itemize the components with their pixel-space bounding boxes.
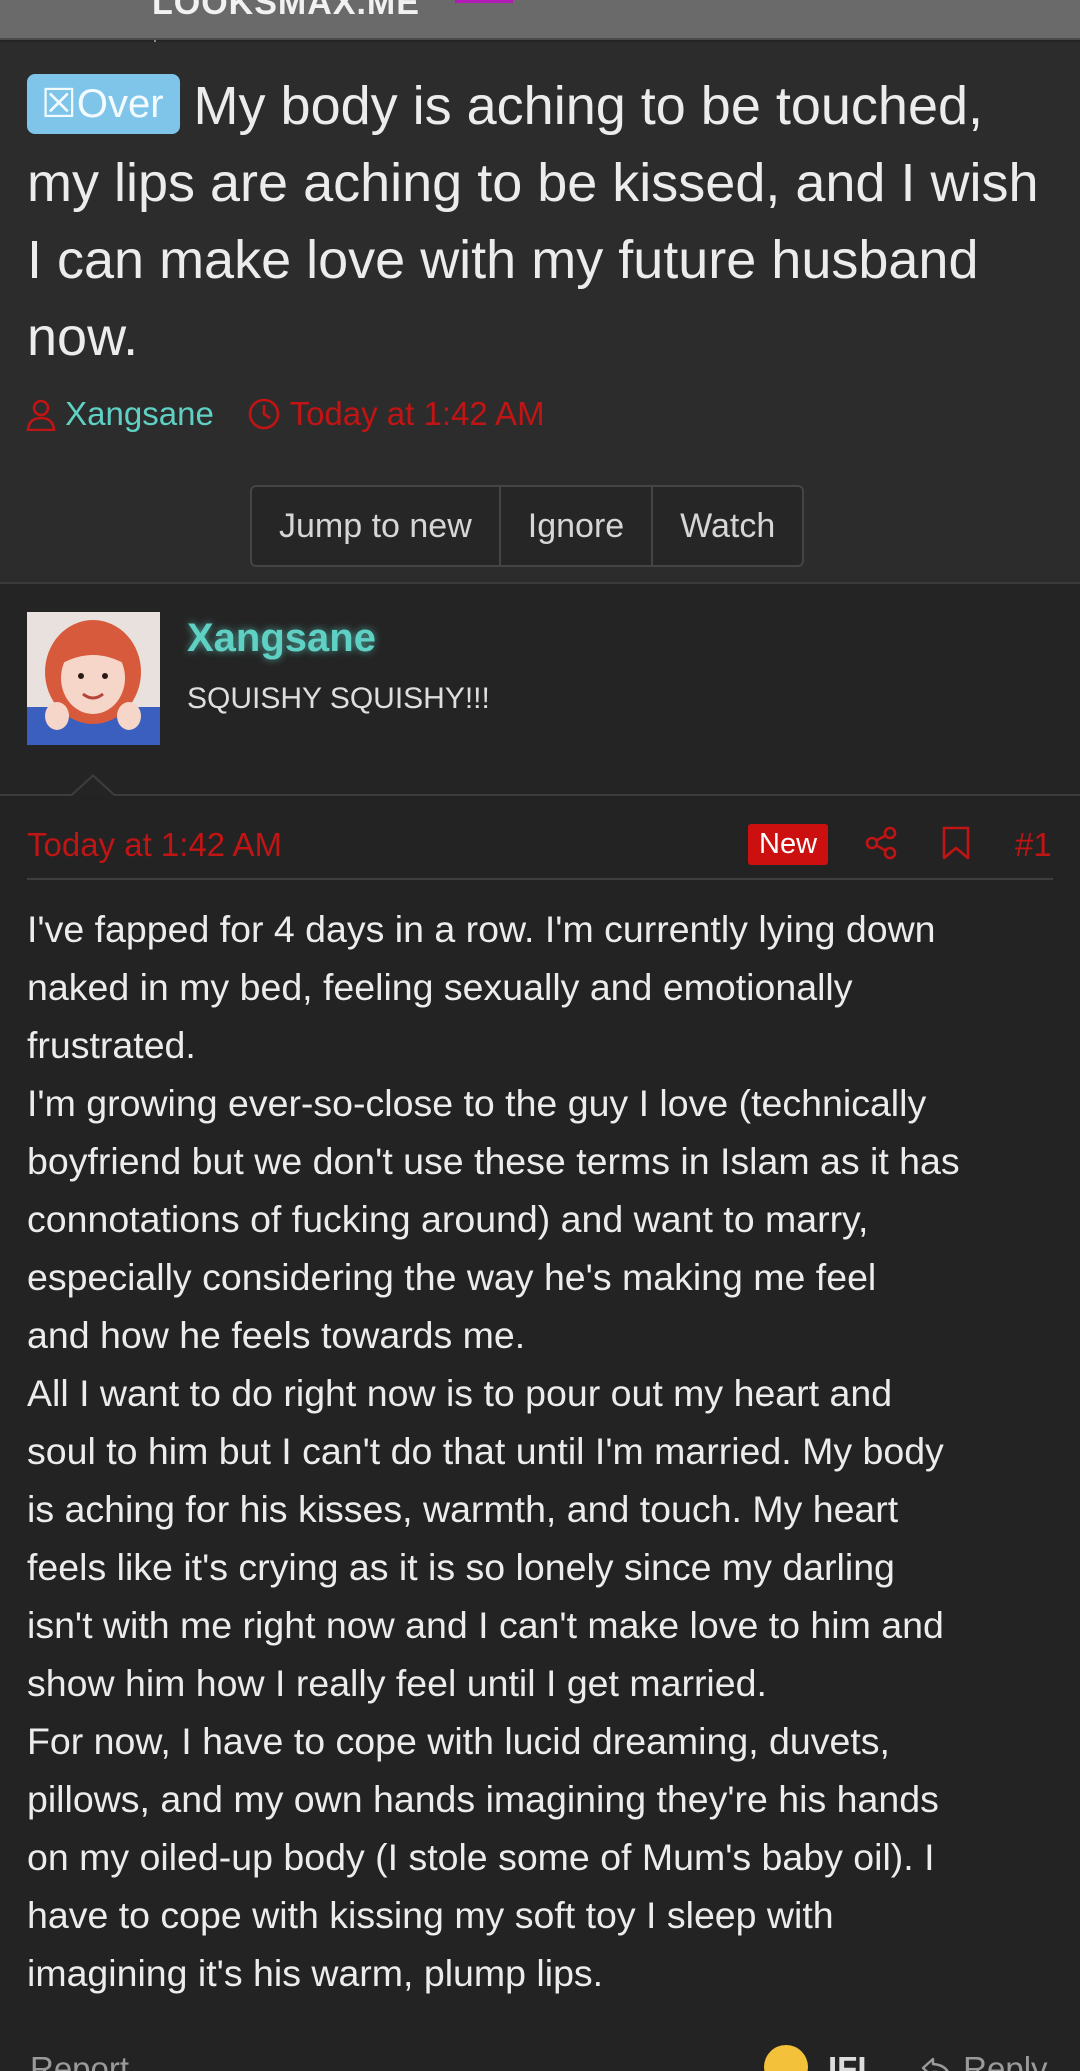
post-line: All I want to do right now is to pour ou… xyxy=(27,1372,893,1414)
post-line: I'm growing ever-so-close to the guy I l… xyxy=(27,1082,927,1124)
post-line: imagining it's his warm, plump lips. xyxy=(27,1952,604,1994)
user-title: SQUISHY SQUISHY!!! xyxy=(187,682,490,715)
reaction-emoji-icon xyxy=(764,2045,808,2071)
post-line: soul to him but I can't do that until I'… xyxy=(27,1430,944,1472)
post-line: is aching for his kisses, warmth, and to… xyxy=(27,1488,899,1530)
clock-icon xyxy=(248,398,280,430)
post-line: and how he feels towards me. xyxy=(27,1314,526,1356)
reply-label: Reply xyxy=(963,2050,1048,2071)
bookmark-icon[interactable] xyxy=(941,826,971,860)
post-line: feels like it's crying as it is so lonel… xyxy=(27,1546,895,1588)
post-line: especially considering the way he's maki… xyxy=(27,1256,877,1298)
thread-actions: Jump to new Ignore Watch xyxy=(250,485,805,567)
post-divider xyxy=(27,878,1053,880)
post-line: isn't with me right now and I can't make… xyxy=(27,1604,944,1646)
site-logo[interactable]: LOOKSMAX.ME xyxy=(152,0,420,23)
reply-button[interactable]: Reply xyxy=(920,2050,1048,2071)
user-block-caret-inner xyxy=(71,777,115,797)
post-line: I've fapped for 4 days in a row. I'm cur… xyxy=(27,908,936,950)
avatar-image xyxy=(27,612,160,745)
thread-author-link[interactable]: Xangsane xyxy=(65,395,214,432)
avatar[interactable] xyxy=(27,612,160,745)
post-line: For now, I have to cope with lucid dream… xyxy=(27,1720,890,1762)
post-date-link[interactable]: Today at 1:42 AM xyxy=(27,826,282,864)
ignore-button[interactable]: Ignore xyxy=(501,487,654,565)
nav-accent xyxy=(455,0,513,3)
post-user-block: Xangsane SQUISHY SQUISHY!!! xyxy=(0,584,1080,796)
reply-icon xyxy=(921,2057,949,2071)
post: Today at 1:42 AM New #1 I've fapped for … xyxy=(0,796,1080,2071)
thread-date-link[interactable]: Today at 1:42 AM xyxy=(290,395,545,432)
top-bar: LOOKSMAX.ME xyxy=(0,0,1080,40)
post-line: naked in my bed, feeling sexually and em… xyxy=(27,966,853,1008)
reaction-label[interactable]: IFL xyxy=(828,2050,877,2071)
post-number-link[interactable]: #1 xyxy=(1015,826,1052,864)
post-line: connotations of fucking around) and want… xyxy=(27,1198,869,1240)
watch-button[interactable]: Watch xyxy=(653,487,802,565)
report-link[interactable]: Report xyxy=(30,2050,129,2071)
thread-prefix-label[interactable]: ☒Over xyxy=(27,74,180,134)
thread-meta: Xangsane Today at 1:42 AM xyxy=(26,394,545,434)
post-line: on my oiled-up body (I stole some of Mum… xyxy=(27,1836,935,1878)
post-username[interactable]: Xangsane xyxy=(187,616,376,661)
post-line: show him how I really feel until I get m… xyxy=(27,1662,767,1704)
post-body: I've fapped for 4 days in a row. I'm cur… xyxy=(27,900,1067,2002)
thread-header: ☒Over My body is aching to be touched, my… xyxy=(0,42,1080,584)
jump-to-new-button[interactable]: Jump to new xyxy=(252,487,501,565)
post-line: have to cope with kissing my soft toy I … xyxy=(27,1894,834,1936)
post-line: pillows, and my own hands imagining they… xyxy=(27,1778,939,1820)
post-line: boyfriend but we don't use these terms i… xyxy=(27,1140,960,1182)
post-footer: Report IFL Reply xyxy=(0,2041,1080,2071)
user-icon xyxy=(26,399,56,432)
post-line: frustrated. xyxy=(27,1024,196,1066)
share-icon[interactable] xyxy=(864,826,898,860)
thread-title: ☒Over My body is aching to be touched, my… xyxy=(27,68,1057,376)
new-badge: New xyxy=(748,824,829,865)
